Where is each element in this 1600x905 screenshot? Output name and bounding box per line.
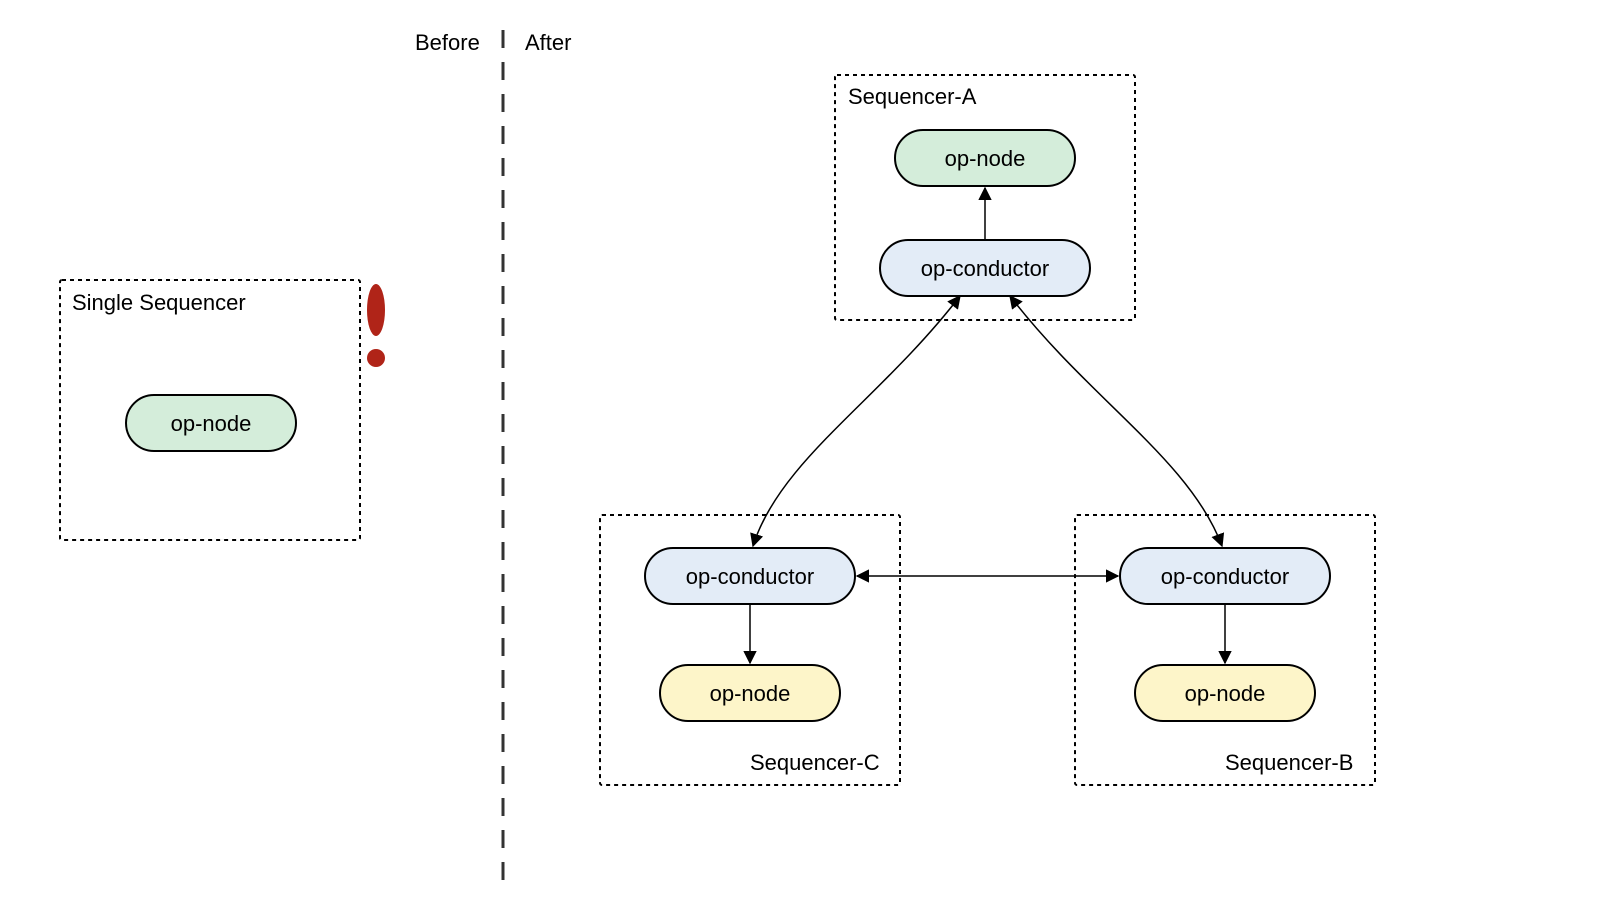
seq-c-op-conductor-label: op-conductor: [686, 564, 814, 589]
seq-c-op-node-label: op-node: [710, 681, 791, 706]
sequencer-c-box: op-conductor op-node Sequencer-C: [600, 515, 900, 785]
sequencer-c-label: Sequencer-C: [750, 750, 880, 775]
seq-b-op-conductor-label: op-conductor: [1161, 564, 1289, 589]
after-group: Sequencer-A op-node op-conductor op-cond…: [600, 75, 1375, 785]
before-op-node-label: op-node: [171, 411, 252, 436]
after-heading: After: [525, 30, 571, 55]
sequencer-architecture-diagram: Before After Single Sequencer op-node Se…: [0, 0, 1600, 905]
single-sequencer-label: Single Sequencer: [72, 290, 246, 315]
sequencer-b-box: op-conductor op-node Sequencer-B: [1075, 515, 1375, 785]
seq-a-op-conductor-label: op-conductor: [921, 256, 1049, 281]
link-a-to-c: [753, 296, 960, 546]
seq-a-op-node-label: op-node: [945, 146, 1026, 171]
sequencer-a-box: Sequencer-A op-node op-conductor: [835, 75, 1135, 320]
sequencer-b-label: Sequencer-B: [1225, 750, 1353, 775]
before-group: Single Sequencer op-node: [60, 280, 385, 540]
before-heading: Before: [415, 30, 480, 55]
alert-icon: [367, 284, 385, 367]
link-a-to-b: [1010, 296, 1222, 546]
seq-b-op-node-label: op-node: [1185, 681, 1266, 706]
sequencer-a-label: Sequencer-A: [848, 84, 977, 109]
